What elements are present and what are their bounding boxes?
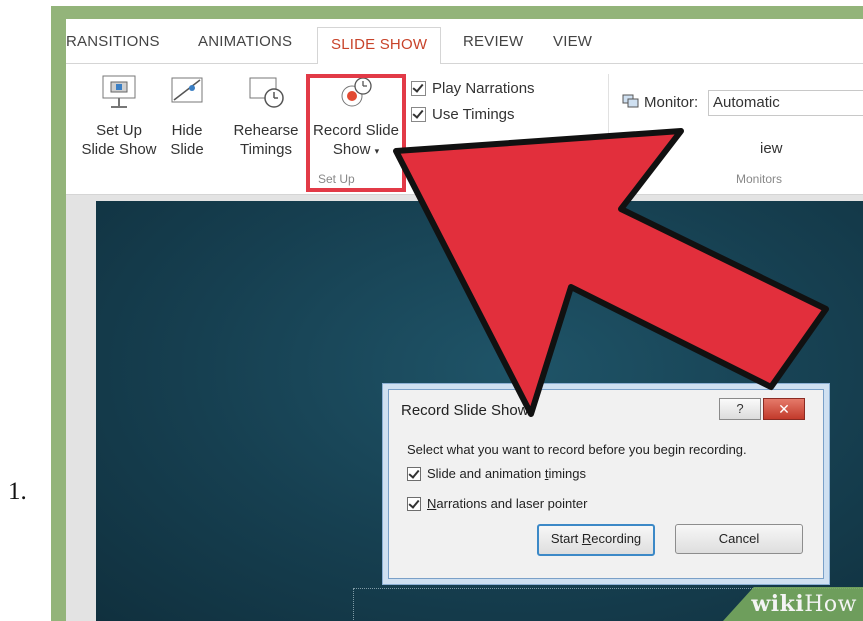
watermark-wiki: wiki — [751, 591, 805, 617]
powerpoint-window: RANSITIONS ANIMATIONS SLIDE SHOW REVIEW … — [66, 19, 863, 621]
screenshot-frame: RANSITIONS ANIMATIONS SLIDE SHOW REVIEW … — [51, 6, 863, 621]
step-number: 1. — [8, 478, 27, 505]
red-arrow-icon — [393, 128, 829, 417]
wikihow-watermark: wikiHow — [751, 591, 857, 617]
watermark-how: How — [804, 592, 857, 617]
